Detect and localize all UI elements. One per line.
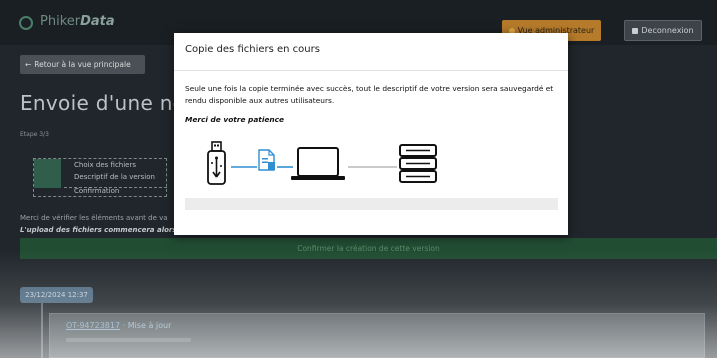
stepper: Choix des fichiers Descriptif de la vers… — [33, 158, 167, 197]
usb-drive-icon — [207, 141, 226, 185]
version-card-title: OT-94723817 · Mise à jour — [66, 321, 171, 330]
arrow-left-icon: ← — [25, 60, 32, 69]
modal-title: Copie des fichiers en cours — [185, 44, 320, 55]
upload-note: L'upload des fichiers commencera alors — [20, 226, 177, 234]
timeline-date: 23/12/2024 12:37 — [20, 287, 93, 303]
stepper-item-confirmation: Confirmation — [74, 187, 120, 195]
app-logo-icon — [19, 16, 33, 30]
version-card[interactable]: OT-94723817 · Mise à jour — [49, 313, 705, 358]
hint-text: Merci de vérifier les éléments avant de … — [20, 214, 168, 222]
lock-icon — [632, 27, 639, 34]
confirm-version-label: Confirmer la création de cette version — [297, 244, 440, 253]
confirm-version-button[interactable]: Confirmer la création de cette version — [20, 238, 717, 259]
server-icon — [399, 144, 437, 183]
version-title-suffix: · Mise à jour — [122, 321, 172, 330]
modal-divider — [174, 70, 568, 71]
step-indicator: Etape 3/3 — [20, 131, 49, 138]
copy-illustration — [207, 141, 437, 185]
back-to-main-button[interactable]: ← Retour à la vue principale — [20, 55, 145, 74]
back-label: Retour à la vue principale — [34, 60, 131, 69]
modal-message: Seule une fois la copie terminée avec su… — [185, 84, 554, 105]
copy-progress-bar — [185, 198, 558, 210]
app-brand: PhikerData — [40, 14, 115, 29]
timeline-line — [41, 303, 43, 358]
logout-button[interactable]: Deconnexion — [624, 20, 702, 41]
stepper-progress — [34, 159, 61, 188]
modal-patience-note: Merci de votre patience — [185, 115, 285, 124]
version-id-link[interactable]: OT-94723817 — [66, 321, 120, 330]
file-transfer-icon — [258, 149, 275, 171]
stepper-item-files: Choix des fichiers — [74, 161, 137, 169]
brand-prefix: Phiker — [40, 14, 81, 29]
brand-suffix: Data — [80, 14, 115, 29]
version-card-subtitle — [66, 338, 191, 342]
logout-label: Deconnexion — [641, 26, 694, 35]
copy-progress-modal: Copie des fichiers en cours Seule une fo… — [174, 33, 568, 235]
laptop-icon — [291, 147, 345, 180]
stepper-item-description: Descriptif de la version — [74, 173, 155, 181]
